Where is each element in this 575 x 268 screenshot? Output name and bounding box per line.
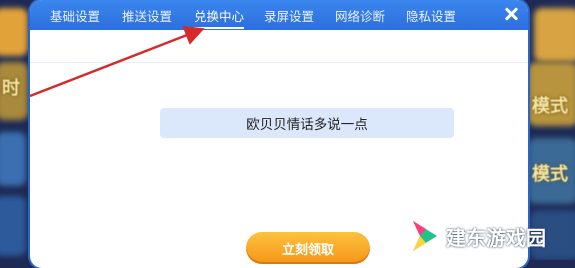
tab-network-diagnostics[interactable]: 网络诊断 <box>335 6 385 25</box>
bg-tile <box>0 8 28 56</box>
tab-bar: 基础设置 推送设置 兑换中心 录屏设置 网络诊断 隐私设置 <box>30 0 528 30</box>
bg-text: 模式 <box>532 164 568 185</box>
watermark-logo-icon <box>413 221 437 251</box>
redeem-code-value: 欧贝贝情话多说一点 <box>246 117 368 133</box>
bg-text: 时 <box>2 78 20 99</box>
tab-basic-settings[interactable]: 基础设置 <box>50 6 100 25</box>
bg-tile <box>0 196 26 256</box>
divider <box>30 62 528 63</box>
close-icon[interactable] <box>502 5 520 23</box>
bg-tile <box>0 132 26 186</box>
tab-push-settings[interactable]: 推送设置 <box>122 6 172 25</box>
bg-text: 模式 <box>532 96 568 117</box>
tab-redeem-center[interactable]: 兑换中心 <box>194 6 245 29</box>
tab-recording-settings[interactable]: 录屏设置 <box>264 6 314 25</box>
redeem-now-label: 立刻领取 <box>281 242 334 258</box>
watermark-text: 建东游戏园 <box>446 225 546 250</box>
watermark: 建东游戏园 <box>410 218 546 254</box>
tab-privacy-settings[interactable]: 隐私设置 <box>406 6 456 25</box>
redeem-code-input[interactable]: 欧贝贝情话多说一点 <box>160 108 454 138</box>
bg-tile <box>534 8 575 62</box>
redeem-now-button[interactable]: 立刻领取 <box>246 232 370 264</box>
